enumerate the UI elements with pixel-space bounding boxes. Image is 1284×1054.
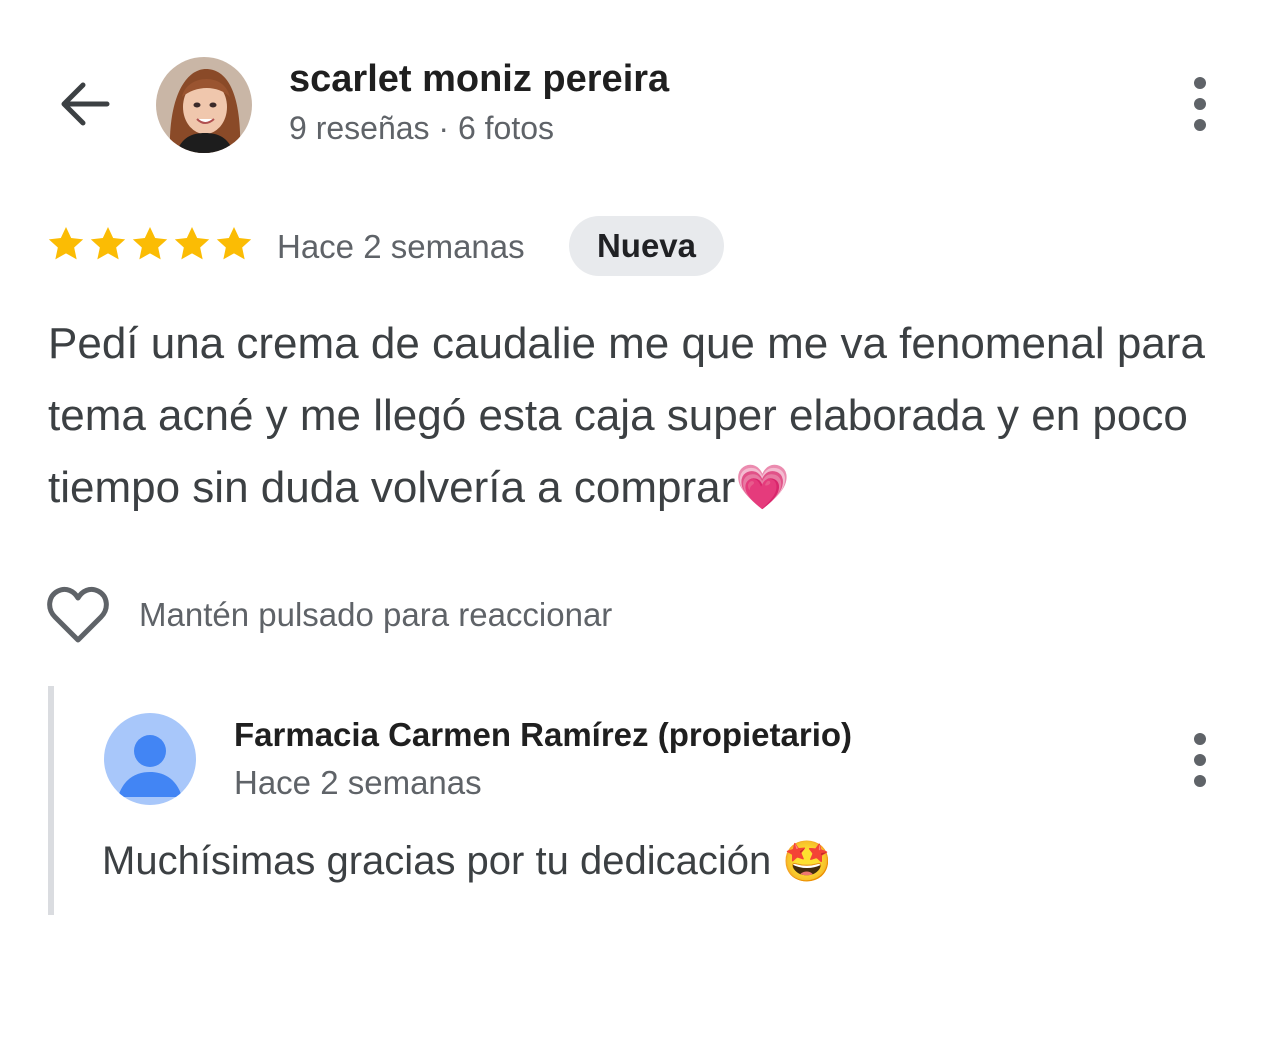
avatar-photo-image: [156, 57, 252, 153]
reviewer-avatar[interactable]: [156, 57, 252, 153]
star-icon: [216, 227, 252, 260]
review-text: Pedí una crema de caudalie me que me va …: [48, 308, 1258, 524]
star-struck-emoji: 🤩: [782, 840, 833, 884]
reply-more-button[interactable]: [1176, 718, 1224, 802]
owner-reply-text: Muchísimas gracias por tu dedicación 🤩: [102, 838, 832, 885]
more-vert-icon: [1194, 77, 1206, 89]
back-button[interactable]: [48, 72, 120, 136]
new-badge: Nueva: [569, 216, 724, 276]
owner-avatar: [104, 713, 196, 805]
reviewer-name[interactable]: scarlet moniz pereira: [289, 58, 669, 101]
heart-outline-icon: [47, 586, 109, 643]
star-icon: [132, 227, 168, 260]
star-icon: [174, 227, 210, 260]
star-icon: [48, 227, 84, 260]
person-icon: [118, 735, 182, 797]
growing-heart-emoji: 💗: [735, 463, 791, 512]
owner-reply-date: Hace 2 semanas: [234, 764, 482, 801]
reaction-hint: Mantén pulsado para reaccionar: [139, 596, 613, 633]
star-icon: [90, 227, 126, 260]
reply-body: Muchísimas gracias por tu dedicación: [102, 839, 772, 883]
reply-divider: [48, 686, 54, 915]
more-vert-icon: [1194, 733, 1206, 745]
review-more-button[interactable]: [1176, 62, 1224, 146]
reviewer-stats: 9 reseñas · 6 fotos: [289, 110, 555, 146]
owner-name: Farmacia Carmen Ramírez (propietario): [234, 716, 853, 753]
review-body: Pedí una crema de caudalie me que me va …: [48, 319, 1205, 512]
react-button[interactable]: [46, 584, 110, 646]
arrow-back-icon: [61, 82, 110, 126]
review-date: Hace 2 semanas: [277, 228, 525, 265]
star-rating: [46, 224, 254, 264]
